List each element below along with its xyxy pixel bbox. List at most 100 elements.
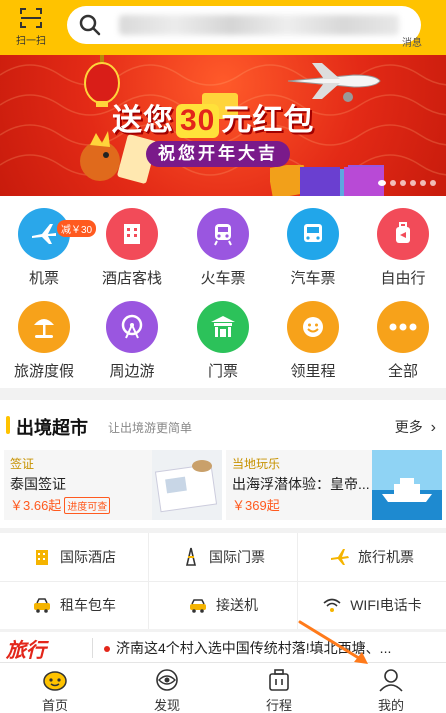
- more-link[interactable]: 更多 ›: [395, 417, 436, 437]
- carousel-dots: [378, 180, 436, 186]
- gate-pavilion-icon: [197, 301, 249, 353]
- link-label: 国际门票: [209, 549, 265, 565]
- photo-card-illustration: [300, 167, 384, 196]
- category-nearby[interactable]: 周边游: [97, 301, 167, 381]
- card-title: 出海浮潜体验：皇帝...: [232, 476, 370, 492]
- news-logo: 旅行: [6, 640, 46, 662]
- scan-icon: [20, 8, 42, 28]
- promo-banner[interactable]: 送您 30 元红包 祝您开年大吉: [0, 55, 446, 196]
- suitcase-icon: [377, 208, 429, 260]
- discover-eye-icon: [156, 669, 178, 691]
- section-subtitle: 让出境游更简单: [108, 421, 193, 435]
- banner-title-amount: 30: [176, 104, 220, 138]
- carousel-dot[interactable]: [378, 180, 386, 186]
- category-hotel[interactable]: 酒店客栈: [97, 208, 167, 288]
- tab-label: 发现: [153, 698, 180, 713]
- banner-headline: 送您 30 元红包: [112, 95, 314, 139]
- tab-label: 我的: [377, 698, 404, 713]
- product-card-snorkel[interactable]: 当地玩乐 出海浮潜体验：皇帝... ￥369起: [226, 450, 442, 520]
- category-label: 周边游: [109, 363, 155, 380]
- link-label: 租车包车: [60, 597, 116, 613]
- section-accent-bar: [6, 416, 10, 434]
- news-ticker[interactable]: 旅行 济南这4个村入选中国传统村落!填北西塘、...: [0, 632, 446, 662]
- yacht-image: [372, 450, 442, 520]
- more-label: 更多: [394, 419, 423, 435]
- message-label[interactable]: 消息: [402, 34, 422, 49]
- category-flight[interactable]: 机票 减￥30: [9, 208, 97, 288]
- link-car-rental[interactable]: 租车包车: [0, 581, 148, 629]
- hotel-building-icon: [106, 208, 158, 260]
- category-label: 领里程: [290, 363, 336, 380]
- link-travel-flights[interactable]: 旅行机票: [298, 533, 446, 581]
- tab-mine[interactable]: 我的: [361, 667, 421, 713]
- section-header: 出境超市 让出境游更简单 更多 ›: [0, 400, 446, 444]
- bottom-tab-bar: 首页 发现 行程 我的: [0, 662, 446, 713]
- more-dots-icon: [377, 301, 429, 353]
- carousel-dot[interactable]: [390, 180, 396, 186]
- category-label: 酒店客栈: [101, 270, 162, 287]
- category-bus[interactable]: 汽车票: [278, 208, 348, 288]
- category-label: 机票: [28, 270, 59, 287]
- divider: [92, 638, 93, 658]
- category-label: 门票: [207, 363, 238, 380]
- price-text: ￥3.66起: [10, 498, 62, 513]
- card-category: 当地玩乐: [232, 457, 281, 471]
- card-title: 泰国签证: [10, 476, 66, 492]
- category-label: 汽车票: [290, 270, 336, 287]
- chevron-right-icon: ›: [430, 419, 436, 436]
- banner-title-pre: 送您: [112, 104, 174, 137]
- palm-tree-icon: [18, 301, 70, 353]
- plane-icon: [331, 549, 349, 565]
- card-price: ￥369起: [232, 498, 280, 513]
- quick-links: 国际酒店 国际门票 旅行机票 租车包车 接送机 WIFI电话卡: [0, 533, 446, 629]
- search-icon: [79, 14, 101, 36]
- car-pickup-icon: [190, 599, 206, 613]
- home-icon: [43, 671, 67, 691]
- tab-label: 行程: [265, 698, 292, 713]
- tower-icon: [185, 547, 197, 566]
- smiley-icon: [287, 301, 339, 353]
- taxi-icon: [34, 598, 50, 613]
- wifi-icon: [323, 598, 341, 612]
- link-label: 旅行机票: [358, 549, 414, 565]
- top-bar: 扫一扫 消息: [0, 0, 446, 55]
- tab-label: 首页: [41, 698, 68, 713]
- passport-image: [152, 450, 222, 520]
- category-label: 旅游度假: [13, 363, 74, 380]
- carousel-dot[interactable]: [430, 180, 436, 186]
- user-icon: [379, 669, 403, 692]
- carousel-dot[interactable]: [410, 180, 416, 186]
- product-card-visa[interactable]: 签证 泰国签证 ￥3.66起 进度可查: [4, 450, 222, 520]
- search-input[interactable]: [67, 6, 421, 44]
- progress-badge: 进度可查: [64, 497, 111, 514]
- tab-discover[interactable]: 发现: [137, 667, 197, 713]
- category-label: 火车票: [200, 270, 246, 287]
- category-free-travel[interactable]: 自由行: [368, 208, 438, 288]
- section-title: 出境超市: [16, 418, 88, 438]
- tab-itinerary[interactable]: 行程: [249, 667, 309, 713]
- link-label: 国际酒店: [60, 549, 116, 565]
- link-label: WIFI电话卡: [350, 597, 422, 613]
- category-train[interactable]: 火车票: [188, 208, 258, 288]
- card-category: 签证: [10, 457, 35, 471]
- carousel-dot[interactable]: [420, 180, 426, 186]
- bullet-icon: [104, 646, 110, 653]
- category-vacation[interactable]: 旅游度假: [9, 301, 79, 381]
- link-airport-transfer[interactable]: 接送机: [149, 581, 297, 629]
- link-intl-hotel[interactable]: 国际酒店: [0, 533, 148, 581]
- ferris-wheel-icon: [106, 301, 158, 353]
- carousel-dot[interactable]: [400, 180, 406, 186]
- banner-title-post: 元红包: [221, 104, 315, 137]
- scan-button[interactable]: 扫一扫: [10, 6, 52, 47]
- category-miles[interactable]: 领里程: [278, 301, 348, 381]
- category-tickets[interactable]: 门票: [188, 301, 258, 381]
- hotel-icon: [36, 550, 48, 565]
- link-intl-tickets[interactable]: 国际门票: [149, 533, 297, 581]
- search-placeholder-blurred: [119, 15, 399, 35]
- train-icon: [197, 208, 249, 260]
- bus-icon: [287, 208, 339, 260]
- category-label: 自由行: [380, 270, 426, 287]
- category-all[interactable]: 全部: [368, 301, 438, 381]
- link-label: 接送机: [216, 597, 258, 613]
- tab-home[interactable]: 首页: [25, 667, 85, 713]
